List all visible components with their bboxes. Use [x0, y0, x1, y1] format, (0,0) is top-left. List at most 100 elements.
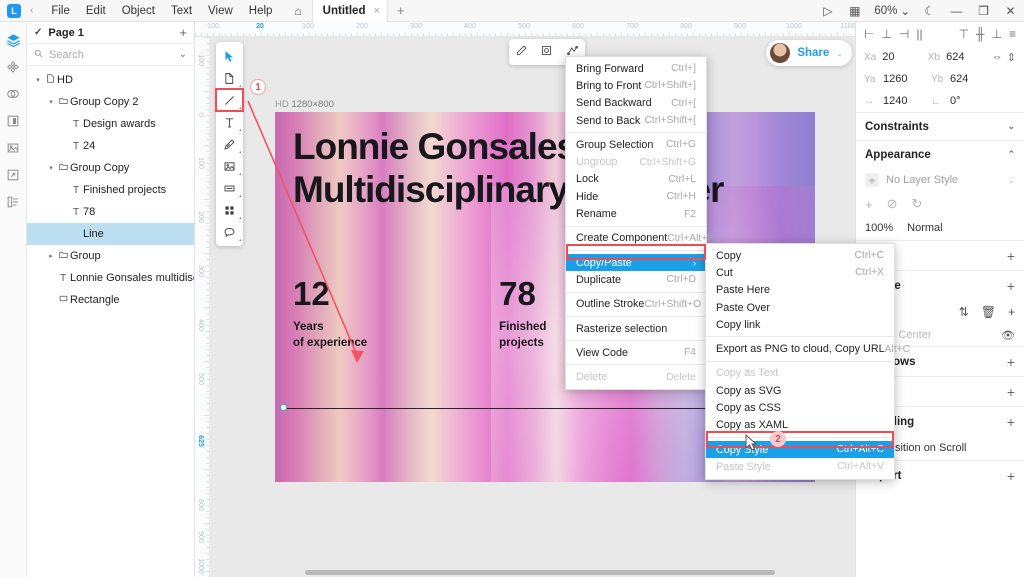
menu-item[interactable]: Outline Stroke Ctrl+Shift+O	[566, 296, 706, 313]
yb-value[interactable]: 624	[950, 73, 994, 85]
layer-item[interactable]: Line	[27, 223, 194, 245]
select-tool[interactable]	[216, 45, 243, 67]
horizontal-ruler[interactable]: -100 20 100 200 300 400 500 600 700 800 900 1000 110…	[195, 22, 855, 37]
vertical-ruler[interactable]: -100010020030040050062580090010001100	[195, 37, 210, 577]
disclosure-triangle-icon[interactable]: ▸	[46, 252, 56, 260]
angle-value[interactable]: 0°	[950, 95, 994, 107]
new-tab-button[interactable]: +	[397, 3, 405, 18]
minimize-button[interactable]: —	[943, 0, 970, 22]
styles-icon[interactable]	[2, 190, 24, 214]
layer-item[interactable]: ▸ Group	[27, 245, 194, 267]
align-center-h-icon[interactable]: ⊥	[881, 27, 891, 41]
add-shadow-button[interactable]: +	[1007, 354, 1015, 370]
add-export-button[interactable]: +	[1007, 468, 1015, 484]
menu-item[interactable]: Hide Ctrl+H	[566, 188, 706, 205]
comment-tool[interactable]	[216, 221, 243, 243]
tab-untitled[interactable]: Untitled ×	[311, 0, 388, 22]
disable-icon[interactable]: ⊘	[887, 196, 898, 212]
add-scrolling-button[interactable]: +	[1007, 414, 1015, 430]
images-icon[interactable]	[2, 136, 24, 160]
disclosure-triangle-icon[interactable]: ▾	[46, 164, 56, 172]
distribute-v-icon[interactable]: ╫	[976, 27, 985, 41]
menu-item[interactable]: Paste Here	[706, 282, 894, 299]
grid-tool[interactable]	[216, 199, 243, 221]
close-window-button[interactable]: ✕	[997, 0, 1024, 22]
grid-view-button[interactable]: ▦	[841, 0, 868, 22]
stroke-align-value[interactable]: Center	[898, 329, 931, 341]
menu-item[interactable]: Export as PNG to cloud, Copy URL Alt+C	[706, 340, 910, 357]
avatar[interactable]	[770, 43, 791, 63]
opacity-value[interactable]: 100%	[865, 222, 893, 234]
menu-item[interactable]: Bring to Front Ctrl+Shift+]	[566, 77, 706, 94]
align-right-icon[interactable]: ⊣	[899, 27, 909, 41]
image-tool[interactable]	[216, 155, 243, 177]
layer-item[interactable]: T Design awards	[27, 113, 194, 135]
prototype-icon[interactable]	[2, 163, 24, 187]
add-stroke-button[interactable]: +	[1007, 278, 1015, 294]
close-icon[interactable]: ×	[373, 5, 379, 17]
text-tool[interactable]	[216, 111, 243, 133]
menu-item[interactable]: Copy as CSS	[706, 399, 894, 416]
preview-play-button[interactable]: ▷	[814, 0, 841, 22]
rectangle-tool[interactable]	[216, 177, 243, 199]
search-input[interactable]: Search	[49, 49, 84, 61]
layer-item[interactable]: ▾ Group Copy 2	[27, 91, 194, 113]
layer-item[interactable]: Rectangle	[27, 289, 194, 311]
line-endpoint-handle[interactable]	[280, 404, 287, 411]
menu-item[interactable]: Create Component Ctrl+Alt+K	[566, 230, 714, 247]
menu-item[interactable]: Copy as SVG	[706, 382, 894, 399]
add-icon[interactable]: +	[1008, 305, 1015, 319]
add-blur-button[interactable]: +	[1007, 384, 1015, 400]
xa-value[interactable]: 20	[882, 51, 924, 63]
menu-text[interactable]: Text	[163, 0, 200, 22]
layer-item[interactable]: ▾ Group Copy	[27, 157, 194, 179]
menu-item[interactable]: Cut Ctrl+X	[706, 264, 894, 281]
menu-item[interactable]: Copy Ctrl+C	[706, 247, 894, 264]
collapse-all-icon[interactable]: ⌄	[179, 49, 187, 60]
menu-item[interactable]: Paste Over	[706, 299, 894, 316]
add-icon[interactable]: +	[865, 197, 873, 212]
appearance-section-header[interactable]: Appearance ⌃	[856, 140, 1024, 168]
components-icon[interactable]	[2, 55, 24, 79]
share-control[interactable]: Share ⌄	[766, 40, 852, 66]
add-fill-button[interactable]: +	[1007, 248, 1015, 264]
back-chevron-icon[interactable]: ‹	[30, 5, 33, 16]
distribute-h-icon[interactable]: ||	[916, 27, 922, 41]
blend-mode-value[interactable]: Normal	[907, 222, 942, 234]
layer-search-row[interactable]: Search ⌄	[27, 44, 194, 66]
length-value[interactable]: 1240	[883, 95, 927, 107]
image-frame-icon[interactable]	[540, 44, 553, 60]
menu-item[interactable]: Duplicate Ctrl+D	[566, 271, 706, 288]
zoom-control[interactable]: 60% ⌄	[868, 4, 916, 18]
home-icon[interactable]: ⌂	[294, 0, 301, 22]
flip-horizontal-icon[interactable]: ⇔	[992, 51, 1003, 63]
reset-icon[interactable]: ↻	[912, 196, 923, 212]
maximize-button[interactable]: ❐	[970, 0, 997, 22]
disclosure-triangle-icon[interactable]: ▾	[33, 76, 43, 84]
layer-item[interactable]: TLonnie Gonsales multidisciplin	[27, 267, 194, 289]
menu-item[interactable]: Send to Back Ctrl+Shift+[	[566, 112, 706, 129]
disclosure-triangle-icon[interactable]: ▾	[46, 98, 56, 106]
align-top-icon[interactable]: ⊤	[959, 27, 969, 41]
layer-item[interactable]: T Finished projects	[27, 179, 194, 201]
menu-item[interactable]: Copy/Paste ›	[566, 253, 706, 272]
menu-item[interactable]: Bring Forward Ctrl+]	[566, 60, 706, 77]
menu-item[interactable]: Copy Style Ctrl+Alt+C	[706, 440, 894, 459]
align-left-icon[interactable]: ⊢	[864, 27, 874, 41]
eye-icon[interactable]: 👁	[1001, 329, 1015, 342]
pencil-icon[interactable]	[515, 44, 528, 60]
menu-item[interactable]: Copy as XAML	[706, 417, 894, 434]
delete-icon[interactable]: 🗑	[981, 305, 996, 319]
menu-help[interactable]: Help	[241, 0, 281, 22]
menu-item[interactable]: Send Backward Ctrl+[	[566, 95, 706, 112]
menu-item[interactable]: Rename F2	[566, 205, 706, 222]
canvas-horizontal-scrollbar[interactable]	[305, 570, 775, 575]
layer-item[interactable]: T 24	[27, 135, 194, 157]
menu-edit[interactable]: Edit	[78, 0, 114, 22]
menu-item[interactable]: Lock Ctrl+L	[566, 171, 706, 188]
align-middle-v-icon[interactable]: ≡	[1009, 27, 1016, 41]
layer-item[interactable]: ▾ HD	[27, 69, 194, 91]
menu-file[interactable]: File	[43, 0, 78, 22]
symbols-icon[interactable]	[2, 82, 24, 106]
artboard-tool[interactable]	[216, 67, 243, 89]
